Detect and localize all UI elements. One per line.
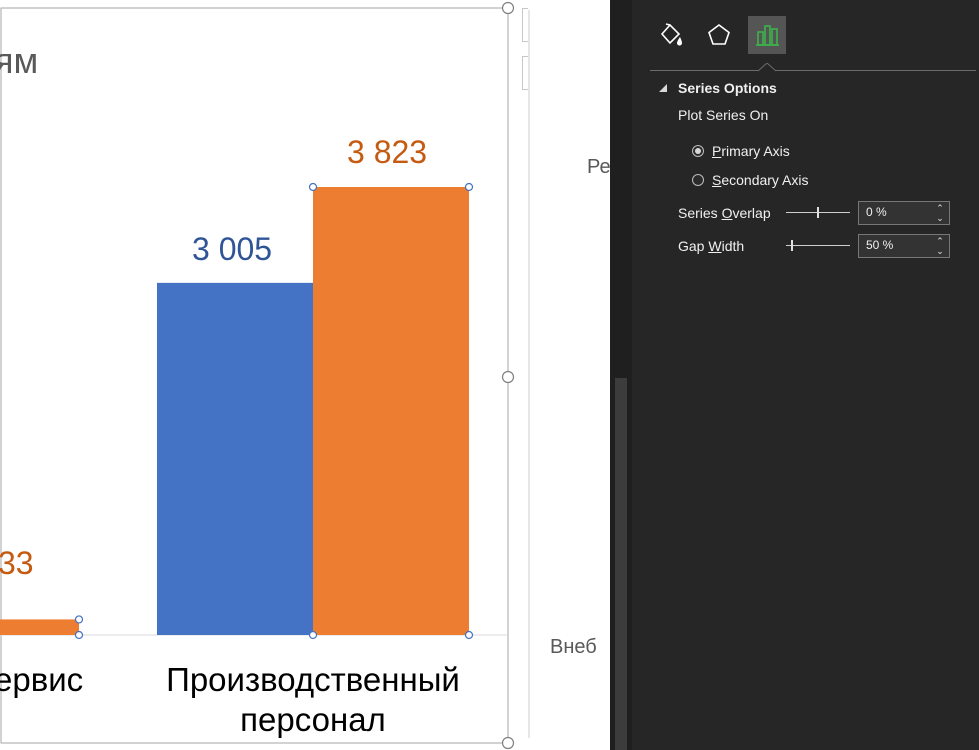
fill-line-icon [660,23,682,46]
collapse-triangle-icon [659,84,667,92]
bar-selection-handle[interactable] [308,630,318,640]
background-chart-label-bottom: Внеб [550,636,597,658]
pane-scrollbar[interactable] [610,0,632,750]
data-label-production-orange[interactable]: 3 823 [347,134,427,171]
tab-divider [650,70,976,71]
bar-selection-handle[interactable] [464,182,474,192]
secondary-axis-radio[interactable] [692,174,704,186]
stepper-arrows-icon[interactable]: ⌃ ⌄ [935,236,945,256]
chart-area[interactable]: ям 33 3 005 3 823 ервис Производственный… [0,0,520,750]
chart-resize-handle[interactable] [501,1,515,15]
scrollbar-thumb[interactable] [615,378,627,750]
tab-selected-pointer-icon [758,63,776,72]
stepper-arrows-icon[interactable]: ⌃ ⌄ [935,203,945,223]
category-label-service[interactable]: ервис [0,660,83,700]
bar-series-1-cat-2[interactable] [157,282,313,635]
tab-series-options[interactable] [748,16,786,54]
bar-selection-handle[interactable] [308,182,318,192]
data-label-service-orange[interactable]: 33 [0,545,34,582]
series-overlap-stepper[interactable]: 0 % ⌃ ⌄ [858,201,950,225]
gap-width-slider-thumb[interactable] [791,240,793,251]
category-label-line2: персонал [240,701,386,738]
gap-width-slider[interactable] [786,245,850,246]
series-overlap-slider-thumb[interactable] [817,207,819,218]
tab-fill-line[interactable] [652,16,690,54]
background-chart-border [528,10,530,738]
series-overlap-value[interactable]: 0 % [866,205,887,219]
data-label-production-blue[interactable]: 3 005 [192,231,272,268]
bar-series-2-cat-1[interactable] [0,619,79,635]
bar-selection-handle[interactable] [74,630,84,640]
chart-title[interactable]: ям [0,40,38,82]
gap-width-stepper[interactable]: 50 % ⌃ ⌄ [858,234,950,258]
series-options-bar-chart-icon [756,25,779,46]
chart-resize-handle[interactable] [501,736,515,750]
effects-pentagon-icon [708,24,730,45]
chart-resize-handle[interactable] [501,370,515,384]
chart-plot[interactable] [0,0,520,750]
bar-selection-handle[interactable] [464,630,474,640]
bar-selection-handle[interactable] [74,615,84,624]
plot-series-on-label: Plot Series On [678,107,769,123]
gap-width-value[interactable]: 50 % [866,238,893,252]
format-data-series-pane [610,0,979,750]
category-label-production[interactable]: Производственный персонал [150,660,476,740]
category-label-line1: Производственный [166,661,460,698]
primary-axis-label[interactable]: Primary Axis [712,143,790,159]
gap-width-label: Gap Width [678,238,745,254]
tab-effects[interactable] [700,16,738,54]
secondary-axis-label[interactable]: Secondary Axis [712,172,809,188]
section-title: Series Options [678,80,777,96]
primary-axis-radio[interactable] [692,145,704,157]
background-chart-label-top: Ре [587,156,611,178]
series-overlap-label: Series Overlap [678,205,771,221]
bar-series-2-cat-2[interactable] [313,187,469,635]
background-chart: Ре Внеб [528,0,611,750]
